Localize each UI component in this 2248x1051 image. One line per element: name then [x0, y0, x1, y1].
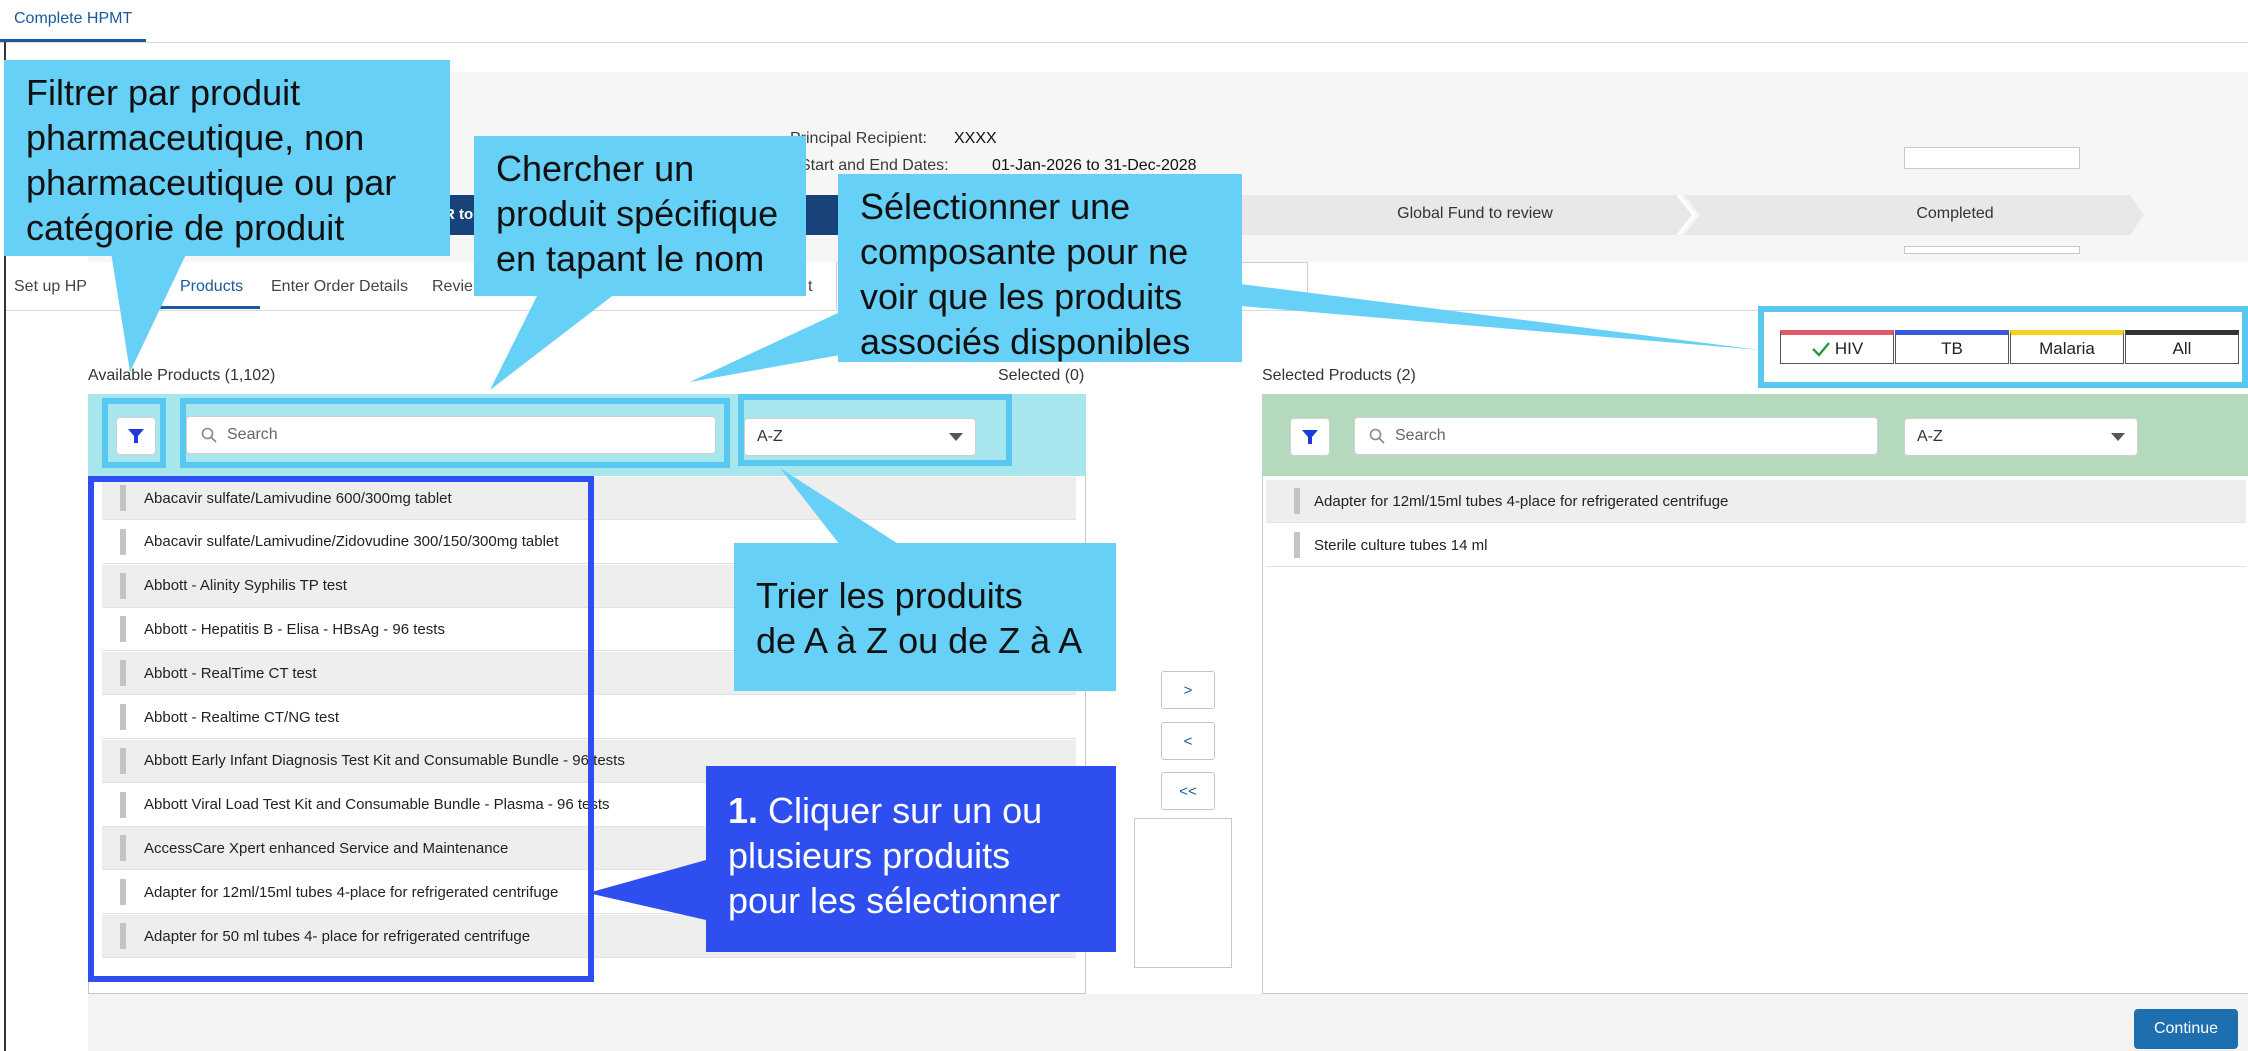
- selected-search-input[interactable]: Search: [1354, 417, 1878, 455]
- callout-select-text: Cliquer sur un ou: [768, 790, 1043, 831]
- callout-filter-line: catégorie de produit: [26, 207, 345, 248]
- callout-filter-line: pharmaceutique, non: [26, 117, 365, 158]
- callout-component: Sélectionner une composante pour ne voir…: [838, 174, 1242, 362]
- active-tab-underline: [160, 306, 260, 309]
- component-tab-tb[interactable]: TB: [1895, 330, 2009, 364]
- callout-sort: Trier les produits de A à Z ou de Z à A: [734, 543, 1116, 691]
- dates-label: Start and End Dates:: [800, 157, 949, 174]
- header-field-top[interactable]: [1904, 147, 2080, 169]
- selected-products-label: Selected Products (2): [1262, 367, 1416, 384]
- sort-highlight: [738, 394, 1012, 466]
- product-name: Sterile culture tubes 14 ml: [1314, 536, 1488, 554]
- recipient-value: XXXX: [954, 130, 997, 147]
- callout-component-line: voir que les produits: [860, 276, 1183, 317]
- drag-handle-icon[interactable]: [1294, 532, 1300, 558]
- remove-all-button[interactable]: <<: [1161, 772, 1215, 810]
- selected-sort-value: A-Z: [1917, 428, 1943, 445]
- remove-selected-button[interactable]: <: [1161, 722, 1215, 760]
- step-completed[interactable]: Completed: [1780, 205, 2130, 223]
- callout-filter-line: Filtrer par produit: [26, 72, 301, 113]
- callout-select-line: pour les sélectionner: [728, 880, 1061, 921]
- filter-highlight: [102, 398, 166, 468]
- callout-component-line: composante pour ne: [860, 231, 1189, 272]
- selected-sort-select[interactable]: A-Z: [1904, 418, 2138, 456]
- component-tab-label: All: [2172, 339, 2192, 358]
- product-name: Adapter for 12ml/15ml tubes 4-place for …: [1314, 492, 1729, 510]
- callout-component-line: Sélectionner une: [860, 186, 1131, 227]
- callout-search: Chercher un produit spécifique en tapant…: [474, 136, 806, 296]
- callout-filter-line: pharmaceutique ou par: [26, 162, 397, 203]
- recipient-label: Principal Recipient:: [790, 130, 927, 147]
- callout-filter: Filtrer par produit pharmaceutique, non …: [4, 60, 450, 256]
- component-tab-all[interactable]: All: [2125, 330, 2239, 364]
- callout-select: 1. Cliquer sur un ou plusieurs produits …: [706, 766, 1116, 952]
- callout-select-line: 1. Cliquer sur un ou: [728, 788, 1094, 833]
- callout-search-line: produit spécifique: [496, 193, 779, 234]
- selected-filter-button[interactable]: [1290, 418, 1330, 456]
- callout-component-line: associés disponibles: [860, 321, 1191, 362]
- tab-review[interactable]: Revie: [432, 278, 473, 296]
- preview-box: [1134, 818, 1232, 968]
- selected-search-placeholder: Search: [1395, 427, 1446, 444]
- selected-product-row[interactable]: Sterile culture tubes 14 ml: [1266, 524, 2246, 567]
- callout-sort-line: Trier les produits: [756, 575, 1023, 616]
- callout-search-line: en tapant le nom: [496, 238, 765, 279]
- check-icon: [1811, 342, 1830, 357]
- search-icon: [1369, 428, 1385, 444]
- chevron-down-icon: [2111, 433, 2125, 441]
- continue-button[interactable]: Continue: [2134, 1009, 2238, 1049]
- component-tab-label: HIV: [1834, 339, 1864, 358]
- callout-step-number: 1.: [728, 790, 759, 831]
- component-tab-malaria[interactable]: Malaria: [2010, 330, 2124, 364]
- tab-products[interactable]: Products: [180, 278, 243, 296]
- selected-count-label: Selected (0): [998, 367, 1085, 384]
- component-tab-hiv[interactable]: HIV: [1780, 330, 1894, 364]
- callout-select-line: plusieurs produits: [728, 835, 1011, 876]
- tab-setup[interactable]: Set up HP: [14, 278, 87, 296]
- component-tab-label: TB: [1941, 339, 1963, 358]
- add-selected-button[interactable]: >: [1161, 671, 1215, 709]
- header-field-bottom[interactable]: [1904, 246, 2080, 254]
- component-tab-label: Malaria: [2039, 339, 2095, 358]
- callout-sort-line: de A à Z ou de Z à A: [756, 620, 1083, 661]
- filter-icon: [1302, 430, 1318, 444]
- search-highlight: [180, 398, 730, 468]
- dates-value: 01-Jan-2026 to 31-Dec-2028: [992, 157, 1197, 174]
- selected-product-row[interactable]: Adapter for 12ml/15ml tubes 4-place for …: [1266, 480, 2246, 523]
- callout-search-line: Chercher un: [496, 148, 695, 189]
- tab-complete-hpmt[interactable]: Complete HPMT: [0, 0, 146, 42]
- step-global-fund-review[interactable]: Global Fund to review: [1300, 205, 1650, 223]
- tab-order-details[interactable]: Enter Order Details: [271, 278, 408, 296]
- product-list-highlight: [88, 476, 594, 982]
- available-products-label: Available Products (1,102): [88, 367, 276, 384]
- drag-handle-icon[interactable]: [1294, 488, 1300, 514]
- footer-band: [88, 994, 2248, 1051]
- top-divider: [0, 42, 2248, 43]
- tab-budget[interactable]: t: [808, 278, 812, 296]
